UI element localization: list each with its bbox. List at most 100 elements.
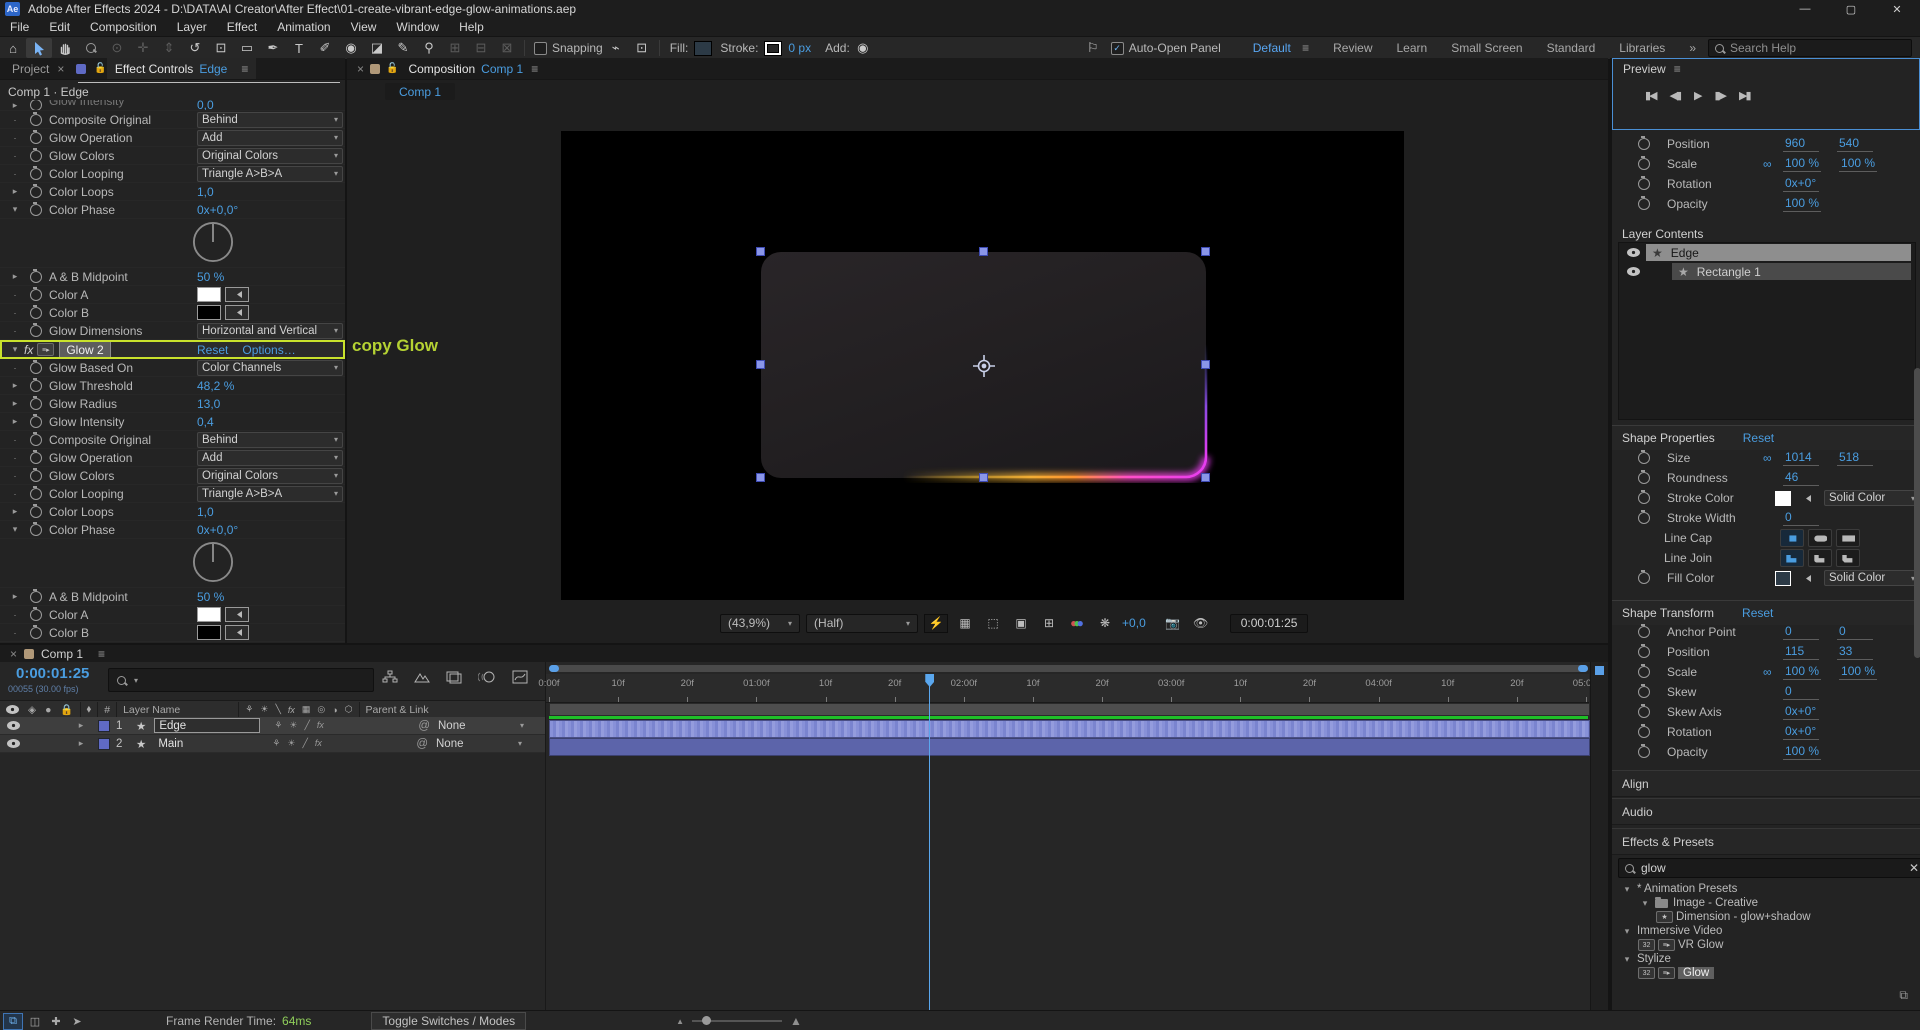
selection-handle[interactable] xyxy=(1201,360,1210,369)
close-project-tab-icon[interactable]: × xyxy=(57,62,64,76)
selection-handle[interactable] xyxy=(756,247,765,256)
quality-column-icon[interactable]: ╲ xyxy=(275,704,280,715)
menu-help[interactable]: Help xyxy=(449,18,494,36)
auto-open-panel-checkbox[interactable]: ✓ xyxy=(1111,42,1124,55)
audio-section[interactable]: Audio xyxy=(1612,798,1920,825)
pan-behind-tool-icon[interactable]: ⊡ xyxy=(208,38,234,58)
twirl-right-icon[interactable]: · xyxy=(8,151,22,161)
effect-property-row[interactable]: ·Glow Based OnColor Channels▾ xyxy=(0,359,345,377)
tab-project[interactable]: Project xyxy=(0,62,57,76)
stopwatch-icon[interactable] xyxy=(30,591,42,603)
stopwatch-icon[interactable] xyxy=(30,434,42,446)
align-section[interactable]: Align xyxy=(1612,770,1920,797)
maximize-button[interactable]: ▢ xyxy=(1828,0,1874,18)
twirl-right-icon[interactable]: ▸ xyxy=(8,506,22,517)
layer-switch-icon[interactable]: ☀ xyxy=(289,720,297,731)
parent-pickwhip-icon[interactable]: @ xyxy=(416,738,428,750)
stopwatch-icon[interactable] xyxy=(1638,512,1650,524)
stopwatch-icon[interactable] xyxy=(30,325,42,337)
zoom-out-mountain-icon[interactable]: ▲ xyxy=(676,1017,684,1026)
live-update-icon[interactable]: ⧉ xyxy=(3,1013,23,1030)
stopwatch-icon[interactable] xyxy=(30,627,42,639)
layer-name[interactable]: Main xyxy=(154,737,258,750)
property-value[interactable]: 0x+0° xyxy=(1783,176,1819,192)
stopwatch-icon[interactable] xyxy=(30,488,42,500)
selection-handle[interactable] xyxy=(979,247,988,256)
zoom-in-mountain-icon[interactable]: ▲ xyxy=(790,1014,802,1028)
twirl-right-icon[interactable]: ▸ xyxy=(8,100,22,111)
stopwatch-icon[interactable] xyxy=(1638,198,1650,210)
roto-brush-tool-icon[interactable]: ✎ xyxy=(390,38,416,58)
effect-property-row[interactable]: ▸Glow Intensity0,0 xyxy=(0,100,345,111)
property-value[interactable]: 33 xyxy=(1837,644,1873,660)
selection-handle[interactable] xyxy=(1201,473,1210,482)
stopwatch-icon[interactable] xyxy=(1638,746,1650,758)
effects-tree-item[interactable]: 32≡▸VR Glow xyxy=(1612,938,1920,952)
timeline-search-input[interactable]: ▾ xyxy=(108,668,374,692)
work-area-bar[interactable] xyxy=(549,703,1590,716)
effect-property-row[interactable]: ▸Glow Intensity0,4 xyxy=(0,413,345,431)
shape-transform-property-row[interactable]: Skew Axis0x+0° xyxy=(1612,702,1920,722)
adjustment-column-icon[interactable]: ◑ xyxy=(332,705,337,715)
add-menu-icon[interactable]: ◉ xyxy=(850,38,876,58)
guides-icon[interactable]: ▣ xyxy=(1010,615,1032,632)
twirl-down-icon[interactable]: ▾ xyxy=(8,524,22,535)
layer-switch-icon[interactable]: ╱ xyxy=(304,720,309,731)
solo-column-icon[interactable]: ● xyxy=(45,704,51,716)
transform-property-row[interactable]: Position960540 xyxy=(1612,134,1920,154)
color-swatch[interactable] xyxy=(1775,491,1791,506)
render-queue-icon[interactable]: ✚ xyxy=(47,1014,65,1029)
shape-transform-property-row[interactable]: Scale∞100 %100 % xyxy=(1612,662,1920,682)
frame-blend-icon[interactable] xyxy=(446,670,462,687)
twirl-right-icon[interactable]: ▸ xyxy=(8,398,22,409)
property-value[interactable]: 1,0 xyxy=(197,185,214,199)
twirl-right-icon[interactable]: · xyxy=(8,628,22,638)
time-ruler[interactable]: 0:00f10f20f01:00f10f20f02:00f10f20f03:00… xyxy=(546,674,1589,703)
eraser-tool-icon[interactable]: ◪ xyxy=(364,38,390,58)
selection-handle[interactable] xyxy=(756,360,765,369)
color-swatch[interactable] xyxy=(197,287,221,302)
first-frame-button[interactable]: ▮◀ xyxy=(1645,89,1656,102)
stopwatch-icon[interactable] xyxy=(1638,138,1650,150)
rectangle-tool-icon[interactable]: ▭ xyxy=(234,38,260,58)
shape-transform-property-row[interactable]: Anchor Point00 xyxy=(1612,622,1920,642)
snapping-checkbox[interactable] xyxy=(534,42,547,55)
shape-property-row[interactable]: Stroke Width0 xyxy=(1612,508,1920,528)
snap-expand-icon[interactable]: ⊡ xyxy=(629,38,655,58)
exposure-icon[interactable]: ❋ xyxy=(1094,615,1116,632)
property-value[interactable]: 50 % xyxy=(197,270,224,284)
timeline-layer-row[interactable]: ▸2★Main⚘☀╱fx@None▾ xyxy=(0,735,545,753)
effect-property-row[interactable]: ·Glow ColorsOriginal Colors▾ xyxy=(0,467,345,485)
layer-name-column[interactable]: Layer Name xyxy=(123,704,180,716)
effect-property-row[interactable]: ·Composite OriginalBehind▾ xyxy=(0,431,345,449)
menu-composition[interactable]: Composition xyxy=(80,18,167,36)
twirl-right-icon[interactable]: · xyxy=(8,610,22,620)
selection-handle[interactable] xyxy=(1201,247,1210,256)
stopwatch-icon[interactable] xyxy=(30,132,42,144)
property-value[interactable]: 100 % xyxy=(1783,664,1821,680)
preview-menu-icon[interactable]: ≡ xyxy=(1674,62,1681,76)
line-join-square-button[interactable] xyxy=(1836,549,1860,567)
shape-property-row[interactable]: Fill ColorSolid Color▾ xyxy=(1612,568,1920,588)
stroke-color-swatch[interactable] xyxy=(764,41,782,56)
menu-file[interactable]: File xyxy=(0,18,39,36)
eyedropper-icon[interactable] xyxy=(1795,492,1816,505)
user-guide-icon[interactable]: ➤ xyxy=(68,1014,86,1029)
shape-transform-property-row[interactable]: Skew0 xyxy=(1612,682,1920,702)
lock-icon[interactable]: 🔓 xyxy=(94,63,106,74)
shape-property-row[interactable]: Line Cap xyxy=(1612,528,1920,548)
stopwatch-icon[interactable] xyxy=(1638,178,1650,190)
effect-property-row[interactable]: ▸Color Loops1,0 xyxy=(0,503,345,521)
stopwatch-icon[interactable] xyxy=(30,380,42,392)
eyedropper-icon[interactable] xyxy=(225,305,249,320)
zoom-tool-icon[interactable] xyxy=(78,38,104,58)
shape-property-row[interactable]: Roundness46 xyxy=(1612,468,1920,488)
fx-column-icon[interactable]: fx xyxy=(288,705,295,715)
close-comp-tab-icon[interactable]: × xyxy=(357,62,364,76)
previous-frame-button[interactable]: ◀▮ xyxy=(1670,89,1681,102)
show-snapshot-icon[interactable]: 👁 xyxy=(1190,615,1212,632)
shape-transform-property-row[interactable]: Position11533 xyxy=(1612,642,1920,662)
layer-name[interactable]: Edge xyxy=(154,718,260,733)
eyedropper-icon[interactable] xyxy=(1795,572,1816,585)
property-value[interactable]: 50 % xyxy=(197,590,224,604)
